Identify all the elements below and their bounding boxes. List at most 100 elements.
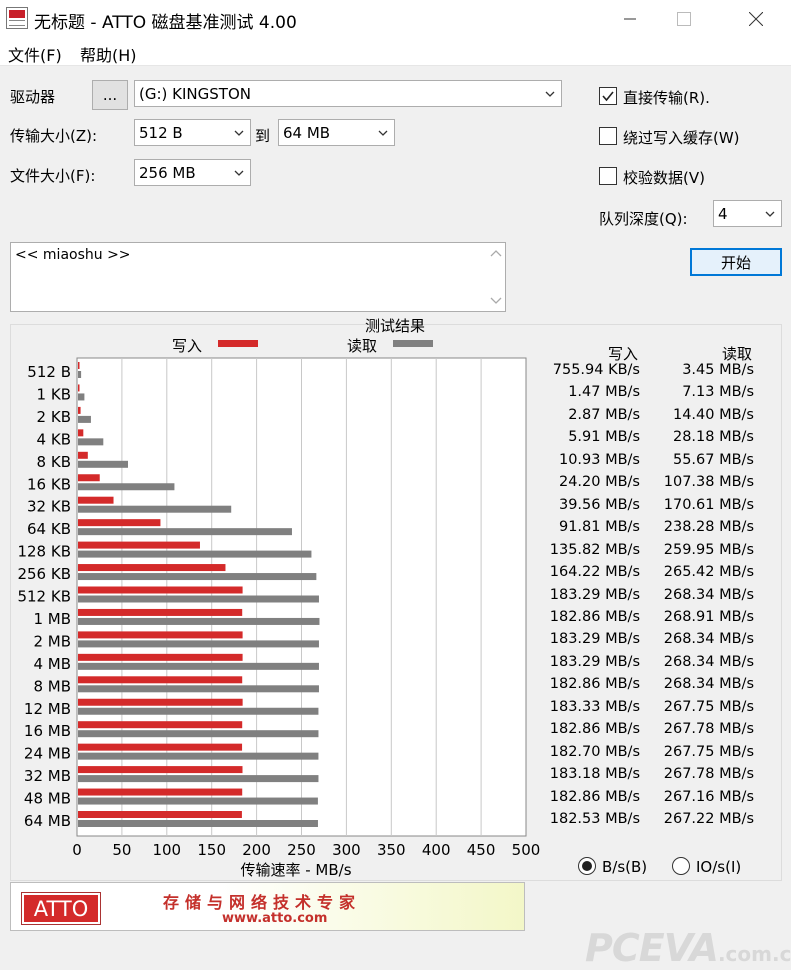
units-ios-radio[interactable]	[672, 857, 690, 875]
atto-url: www.atto.com	[222, 911, 328, 926]
bypass-cache-checkbox[interactable]	[599, 127, 617, 145]
read-value: 267.22 MB/s	[663, 811, 754, 827]
drive-select[interactable]: (G:) KINGSTON	[134, 80, 562, 107]
app-icon	[6, 7, 28, 29]
write-bar	[78, 496, 114, 504]
write-value: 183.33 MB/s	[549, 698, 640, 715]
write-bar	[78, 676, 243, 684]
x-tick-label: 50	[112, 841, 131, 859]
menu-file[interactable]: 文件(F)	[8, 42, 62, 66]
x-tick-label: 100	[152, 841, 181, 859]
category-label: 64 KB	[27, 520, 71, 538]
read-value: 265.42 MB/s	[663, 564, 754, 581]
description-textarea[interactable]: << miaoshu >>	[10, 242, 506, 312]
read-bar	[78, 393, 85, 401]
read-bar	[78, 685, 319, 693]
file-size-select[interactable]: 256 MB	[134, 159, 251, 186]
x-tick-label: 350	[377, 841, 406, 859]
write-bar	[78, 586, 243, 594]
write-bar	[78, 608, 243, 616]
queue-depth-select[interactable]: 4	[713, 200, 782, 227]
column-read-header: 读取	[722, 345, 753, 363]
browse-button[interactable]: ...	[92, 80, 128, 110]
write-bar	[78, 721, 243, 729]
write-value: 182.86 MB/s	[549, 676, 640, 693]
pceva-watermark: PCEVA.com.cn	[585, 926, 791, 970]
verify-data-checkbox[interactable]	[599, 167, 617, 185]
atto-banner[interactable]: ATTO 存储与网络技术专家 www.atto.com	[10, 882, 525, 931]
write-value: 2.87 MB/s	[568, 406, 640, 423]
x-axis-label: 传输速率 - MB/s	[240, 861, 351, 879]
direct-io-checkbox[interactable]	[599, 87, 617, 105]
category-label: 2 MB	[33, 632, 71, 650]
read-bar	[78, 415, 91, 423]
write-value: 5.91 MB/s	[568, 429, 640, 446]
read-value: 268.34 MB/s	[663, 676, 754, 693]
maximize-button[interactable]	[661, 0, 707, 38]
read-bar	[78, 640, 319, 648]
write-bar	[78, 429, 84, 437]
transfer-to-select[interactable]: 64 MB	[278, 119, 395, 146]
read-value: 7.13 MB/s	[682, 384, 754, 401]
transfer-from-value: 512 B	[139, 123, 183, 142]
read-bar	[78, 707, 319, 715]
start-button[interactable]: 开始	[690, 248, 782, 276]
write-value: 1.47 MB/s	[568, 384, 640, 401]
write-bar	[78, 743, 243, 751]
category-label: 48 MB	[24, 790, 71, 808]
read-bar	[78, 730, 319, 738]
drive-label: 驱动器	[10, 88, 56, 106]
window-title: 无标题 - ATTO 磁盘基准测试 4.00	[34, 13, 297, 33]
category-label: 4 MB	[33, 655, 71, 673]
verify-data-label: 校验数据(V)	[623, 169, 705, 187]
x-tick-label: 300	[332, 841, 361, 859]
write-bar	[78, 766, 243, 774]
write-value: 183.29 MB/s	[549, 586, 640, 603]
category-label: 128 KB	[17, 543, 71, 561]
write-value: 39.56 MB/s	[558, 496, 640, 513]
watermark-suffix: .com.cn	[717, 942, 791, 966]
read-value: 267.75 MB/s	[663, 698, 754, 715]
read-bar	[78, 550, 312, 558]
write-value: 182.86 MB/s	[549, 788, 640, 805]
read-bar	[78, 505, 232, 513]
units-bs-radio[interactable]	[578, 857, 596, 875]
watermark-main: PCEVA	[585, 926, 719, 970]
maximize-icon	[677, 12, 691, 26]
read-value: 268.91 MB/s	[663, 608, 754, 625]
read-value: 267.16 MB/s	[663, 788, 754, 805]
read-bar	[78, 775, 319, 783]
category-label: 8 KB	[37, 453, 71, 471]
close-button[interactable]	[733, 0, 779, 38]
queue-depth-label: 队列深度(Q):	[599, 210, 688, 228]
write-bar	[78, 811, 242, 818]
category-label: 256 KB	[17, 565, 71, 583]
transfer-from-select[interactable]: 512 B	[134, 119, 251, 146]
description-scrollbar[interactable]	[487, 243, 505, 311]
direct-io-label: 直接传输(R).	[623, 89, 710, 107]
read-value: 268.34 MB/s	[663, 653, 754, 670]
queue-depth-value: 4	[718, 204, 728, 223]
column-write-header: 写入	[608, 345, 639, 363]
minimize-button[interactable]	[607, 0, 653, 38]
write-value: 183.29 MB/s	[549, 653, 640, 670]
atto-logo: ATTO	[21, 892, 101, 925]
description-text: << miaoshu >>	[15, 247, 131, 263]
atto-slogan: 存储与网络技术专家	[163, 893, 362, 912]
category-label: 512 KB	[17, 588, 71, 606]
read-value: 170.61 MB/s	[663, 496, 754, 513]
units-bs-label: B/s(B)	[602, 858, 648, 876]
x-tick-label: 450	[467, 841, 496, 859]
write-value: 182.53 MB/s	[549, 811, 640, 827]
legend-read-swatch	[393, 340, 433, 347]
write-bar	[78, 653, 243, 661]
menu-help[interactable]: 帮助(H)	[80, 42, 137, 66]
chevron-down-icon	[378, 130, 388, 136]
read-value: 238.28 MB/s	[663, 519, 754, 536]
category-label: 32 MB	[24, 767, 71, 785]
x-tick-label: 0	[72, 841, 82, 859]
read-value: 268.34 MB/s	[663, 631, 754, 648]
results-chart: 512 B 1 KB 2 KB 4 KB 8 KB 16 KB 32 KB 64 KB 128 …	[17, 357, 540, 879]
write-value: 10.93 MB/s	[558, 451, 640, 468]
units-ios-label: IO/s(I)	[696, 858, 742, 876]
